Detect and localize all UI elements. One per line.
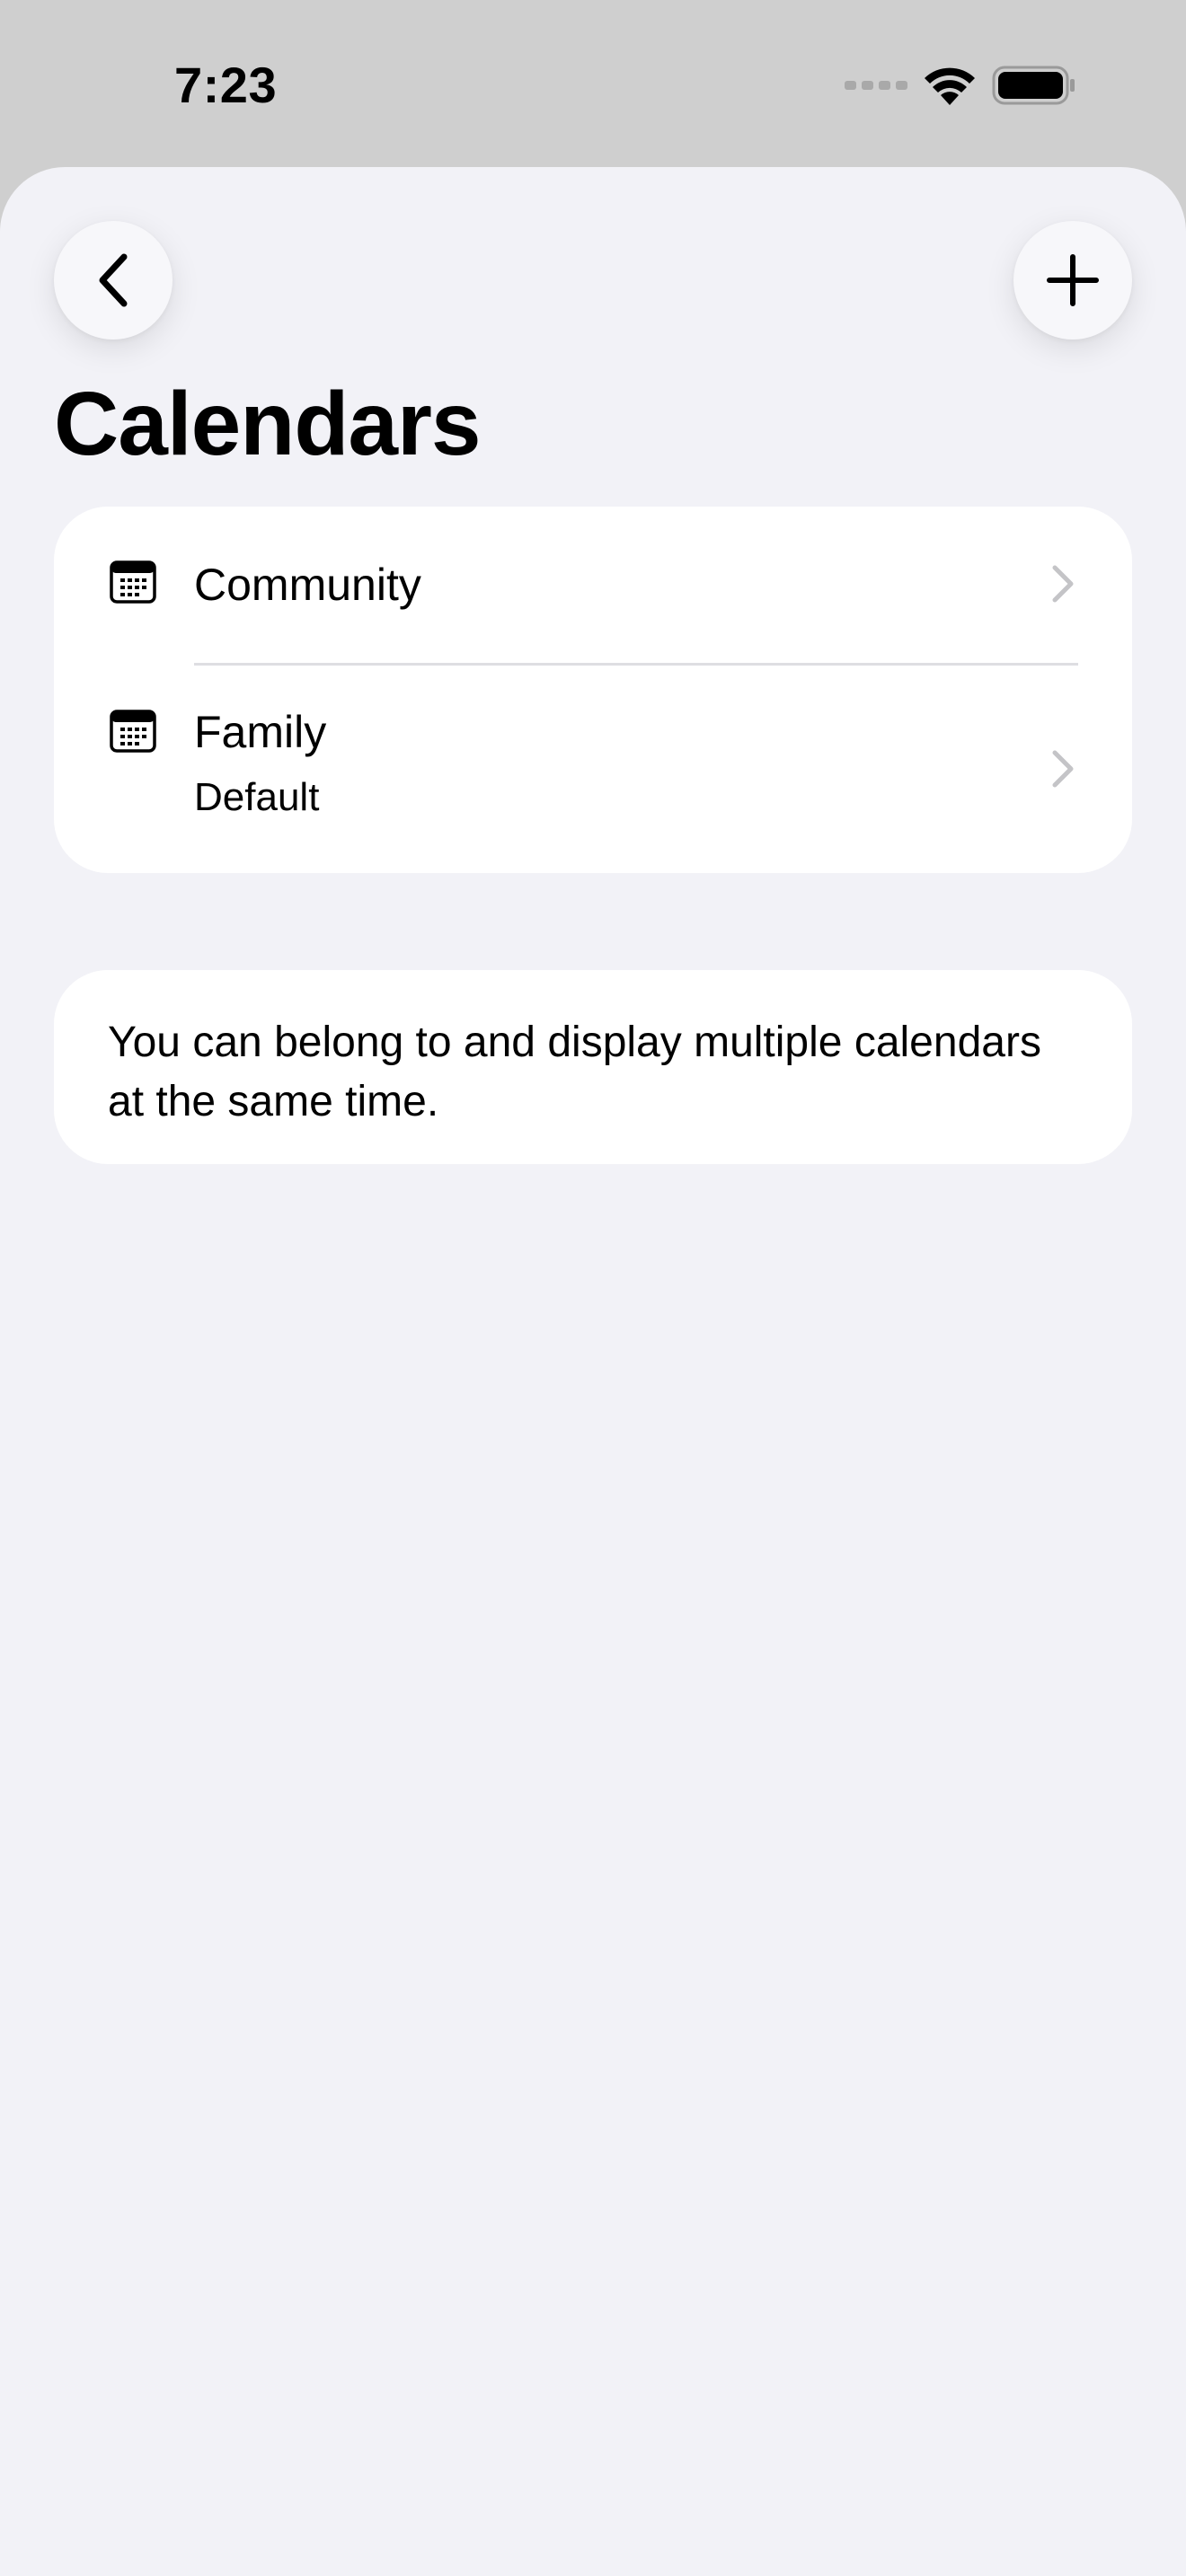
add-calendar-button[interactable]: [1013, 221, 1132, 340]
cellular-signal-icon: [845, 81, 907, 90]
calendar-row-label: Community: [194, 560, 421, 610]
back-button[interactable]: [54, 221, 173, 340]
default-calendar-label: Default: [194, 775, 320, 819]
info-card: You can belong to and display multiple c…: [54, 970, 1132, 1164]
status-bar: 7:23: [0, 0, 1186, 167]
page-title: Calendars: [54, 374, 482, 474]
plus-icon: [1047, 254, 1099, 306]
battery-icon: [992, 66, 1075, 105]
info-text: You can belong to and display multiple c…: [108, 1019, 1041, 1125]
calendar-list: Community Family Default: [54, 507, 1132, 873]
chevron-right-icon: [1052, 750, 1074, 788]
chevron-right-icon: [1052, 565, 1074, 603]
chevron-left-icon: [99, 253, 128, 307]
status-icons: [845, 63, 1076, 108]
calendar-row-label: Family: [194, 707, 327, 757]
calendar-icon: [110, 560, 156, 604]
status-time: 7:23: [174, 57, 278, 113]
calendar-row-community[interactable]: Community: [54, 507, 1132, 663]
calendar-icon: [110, 710, 156, 753]
calendar-row-family[interactable]: Family Default: [54, 665, 1132, 873]
calendars-sheet: Calendars Community Family Default You c…: [0, 167, 1186, 2576]
wifi-icon: [925, 67, 975, 105]
